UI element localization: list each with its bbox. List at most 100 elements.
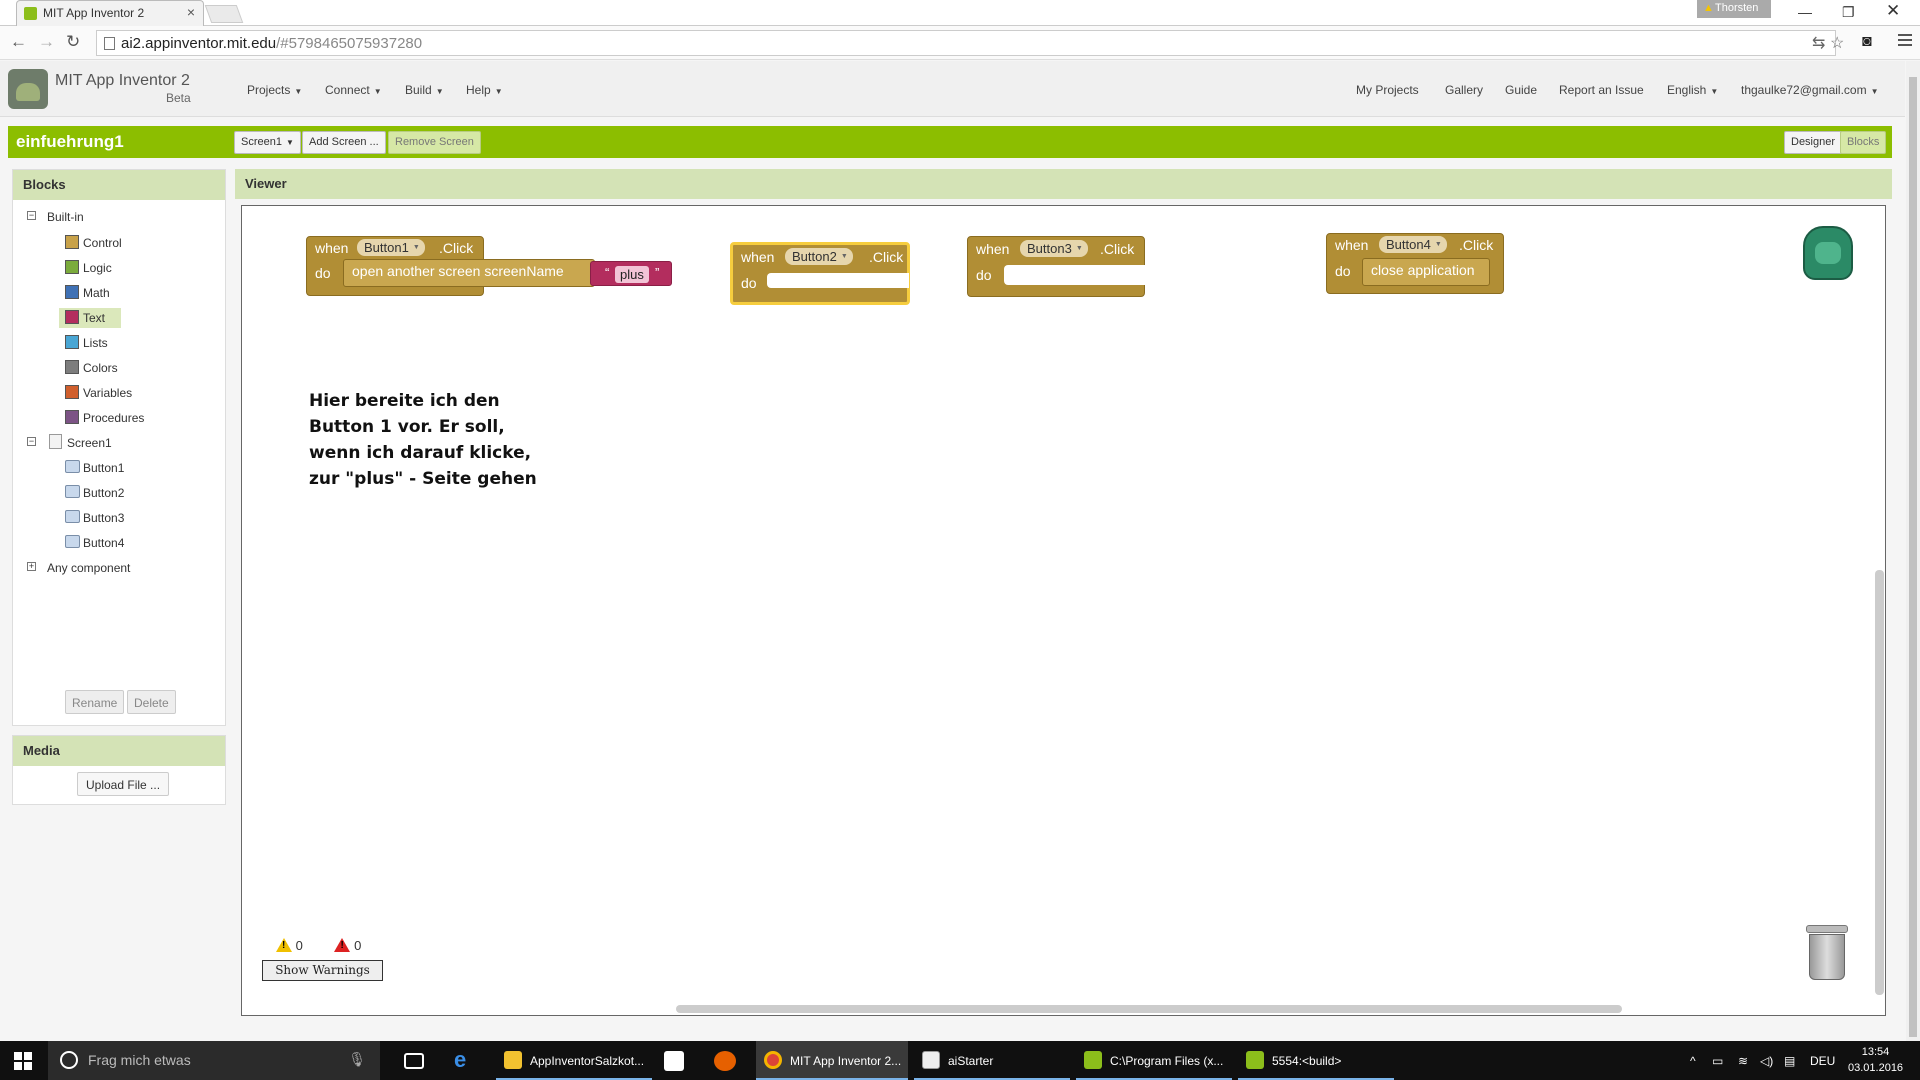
builtin-procedures[interactable]: Procedures	[83, 411, 144, 425]
windows-start-icon[interactable]	[14, 1052, 32, 1070]
tray-chevron-icon[interactable]: ^	[1690, 1054, 1696, 1068]
component-button1[interactable]: Button1	[83, 461, 124, 475]
taskbar-item-explorer[interactable]: AppInventorSalzkot...	[496, 1041, 652, 1080]
builtin-colors[interactable]: Colors	[83, 361, 118, 375]
close-tab-icon[interactable]: ×	[187, 4, 195, 20]
battery-icon[interactable]: ▭	[1712, 1054, 1723, 1068]
blocks-workspace[interactable]	[241, 205, 1886, 1016]
page-scrollbar[interactable]	[1906, 61, 1920, 1041]
extension-icon[interactable]: ◙	[1862, 33, 1872, 51]
chevron-down-icon: ▼	[1710, 87, 1719, 96]
builtin-math[interactable]: Math	[83, 286, 110, 300]
taskbar-item-aistarter[interactable]: aiStarter	[914, 1041, 1070, 1080]
text-value[interactable]: plus	[615, 266, 649, 283]
backpack-icon[interactable]	[1803, 226, 1853, 280]
link-report-issue[interactable]: Report an Issue	[1559, 83, 1644, 97]
tree-screen1[interactable]: Screen1	[67, 436, 112, 450]
workspace-horizontal-scrollbar[interactable]	[676, 1005, 1622, 1013]
close-window-icon[interactable]: ✕	[1886, 1, 1900, 21]
translate-icon[interactable]: ⇆	[1812, 33, 1825, 53]
restore-icon[interactable]: ❐	[1842, 4, 1855, 21]
forward-icon[interactable]: →	[38, 32, 55, 52]
builtin-logic[interactable]: Logic	[83, 261, 112, 275]
component-dropdown-label: Button4	[1386, 237, 1431, 252]
link-my-projects[interactable]: My Projects	[1356, 83, 1419, 97]
taskbar-item-program-files[interactable]: C:\Program Files (x...	[1076, 1041, 1232, 1080]
rename-button[interactable]: Rename	[65, 690, 125, 714]
volume-icon[interactable]: ◁)	[1760, 1054, 1773, 1068]
browser-menu-icon[interactable]	[1898, 34, 1912, 46]
language-indicator[interactable]: DEU	[1810, 1054, 1835, 1068]
notifications-icon[interactable]: ▤	[1784, 1054, 1795, 1068]
component-dropdown[interactable]: Button1 ▼	[357, 239, 425, 256]
tree-any-component[interactable]: Any component	[47, 561, 130, 575]
collapse-icon[interactable]: −	[27, 211, 36, 220]
event-block-button3[interactable]: when Button3 ▼ .Click do	[967, 236, 1145, 297]
builtin-control[interactable]: Control	[83, 236, 122, 250]
workspace-vertical-scrollbar[interactable]	[1875, 570, 1884, 995]
math-swatch-icon	[65, 285, 79, 299]
link-gallery[interactable]: Gallery	[1445, 83, 1483, 97]
system-clock[interactable]: 13:54 03.01.2016	[1848, 1044, 1903, 1076]
screen-select[interactable]: Screen1 ▼	[234, 131, 301, 154]
language-label: English	[1667, 83, 1707, 97]
task-view-icon[interactable]	[404, 1053, 424, 1069]
expand-icon[interactable]: +	[27, 562, 36, 571]
menu-projects[interactable]: Projects ▼	[247, 83, 302, 97]
menu-build[interactable]: Build ▼	[405, 83, 444, 97]
component-dropdown[interactable]: Button2 ▼	[785, 248, 853, 265]
warning-icon: ▲	[1703, 2, 1714, 14]
clock-date: 03.01.2016	[1848, 1062, 1904, 1074]
builtin-text[interactable]: Text	[83, 311, 105, 325]
trash-icon[interactable]	[1806, 925, 1848, 981]
app-inventor-logo-icon[interactable]	[8, 69, 48, 109]
taskbar-item-chrome[interactable]: MIT App Inventor 2...	[756, 1041, 908, 1080]
remove-screen-button[interactable]: Remove Screen	[388, 131, 481, 154]
brand-title: MIT App Inventor 2	[55, 72, 190, 89]
taskbar-item-emulator[interactable]: 5554:<build>	[1238, 1041, 1394, 1080]
language-menu[interactable]: English ▼	[1667, 83, 1718, 97]
new-tab-button[interactable]	[204, 5, 244, 23]
delete-button[interactable]: Delete	[127, 690, 176, 714]
reload-icon[interactable]: ↻	[66, 32, 80, 52]
component-dropdown[interactable]: Button3 ▼	[1020, 240, 1088, 257]
bookmark-star-icon[interactable]: ☆	[1830, 33, 1844, 53]
close-application-block[interactable]: close application	[1362, 258, 1490, 286]
microphone-icon[interactable]: 🎙	[348, 1051, 366, 1068]
event-block-button2[interactable]: when Button2 ▼ .Click do	[730, 242, 910, 305]
url-input[interactable]: ai2.appinventor.mit.edu/#579846507593728…	[96, 30, 1836, 56]
empty-statement-slot[interactable]	[1004, 265, 1145, 285]
upload-file-button[interactable]: Upload File ...	[77, 772, 170, 796]
search-box[interactable]: Frag mich etwas 🎙	[48, 1041, 380, 1080]
text-string-block[interactable]: “ plus ”	[590, 261, 672, 286]
edge-icon[interactable]: e	[454, 1047, 476, 1072]
account-menu[interactable]: thgaulke72@gmail.com ▼	[1741, 83, 1879, 97]
page-scrollbar-thumb[interactable]	[1909, 77, 1917, 1037]
open-another-screen-block[interactable]: open another screen screenName	[343, 259, 595, 287]
minimize-icon[interactable]: —	[1798, 4, 1812, 20]
account-label: thgaulke72@gmail.com	[1741, 83, 1867, 97]
comment-line: wenn ich darauf klicke,	[309, 443, 532, 463]
back-icon[interactable]: ←	[10, 32, 27, 52]
empty-statement-slot[interactable]	[767, 273, 909, 288]
component-dropdown[interactable]: Button4 ▼	[1379, 236, 1447, 253]
tree-builtin[interactable]: Built-in	[47, 210, 84, 224]
browser-tab[interactable]: MIT App Inventor 2 ×	[16, 0, 204, 26]
menu-connect[interactable]: Connect ▼	[325, 83, 382, 97]
link-guide[interactable]: Guide	[1505, 83, 1537, 97]
blocks-button[interactable]: Blocks	[1840, 131, 1887, 154]
show-warnings-button[interactable]: Show Warnings	[262, 960, 383, 981]
profile-badge[interactable]: ▲ Thorsten	[1697, 0, 1771, 18]
store-icon[interactable]	[664, 1051, 684, 1071]
component-button2[interactable]: Button2	[83, 486, 124, 500]
designer-button[interactable]: Designer	[1784, 131, 1843, 154]
builtin-lists[interactable]: Lists	[83, 336, 108, 350]
component-button3[interactable]: Button3	[83, 511, 124, 525]
wifi-icon[interactable]: ≋	[1738, 1054, 1748, 1068]
firefox-icon[interactable]	[714, 1051, 736, 1071]
builtin-variables[interactable]: Variables	[83, 386, 132, 400]
collapse-icon[interactable]: −	[27, 437, 36, 446]
add-screen-button[interactable]: Add Screen ...	[302, 131, 386, 154]
menu-help[interactable]: Help ▼	[466, 83, 503, 97]
component-button4[interactable]: Button4	[83, 536, 124, 550]
